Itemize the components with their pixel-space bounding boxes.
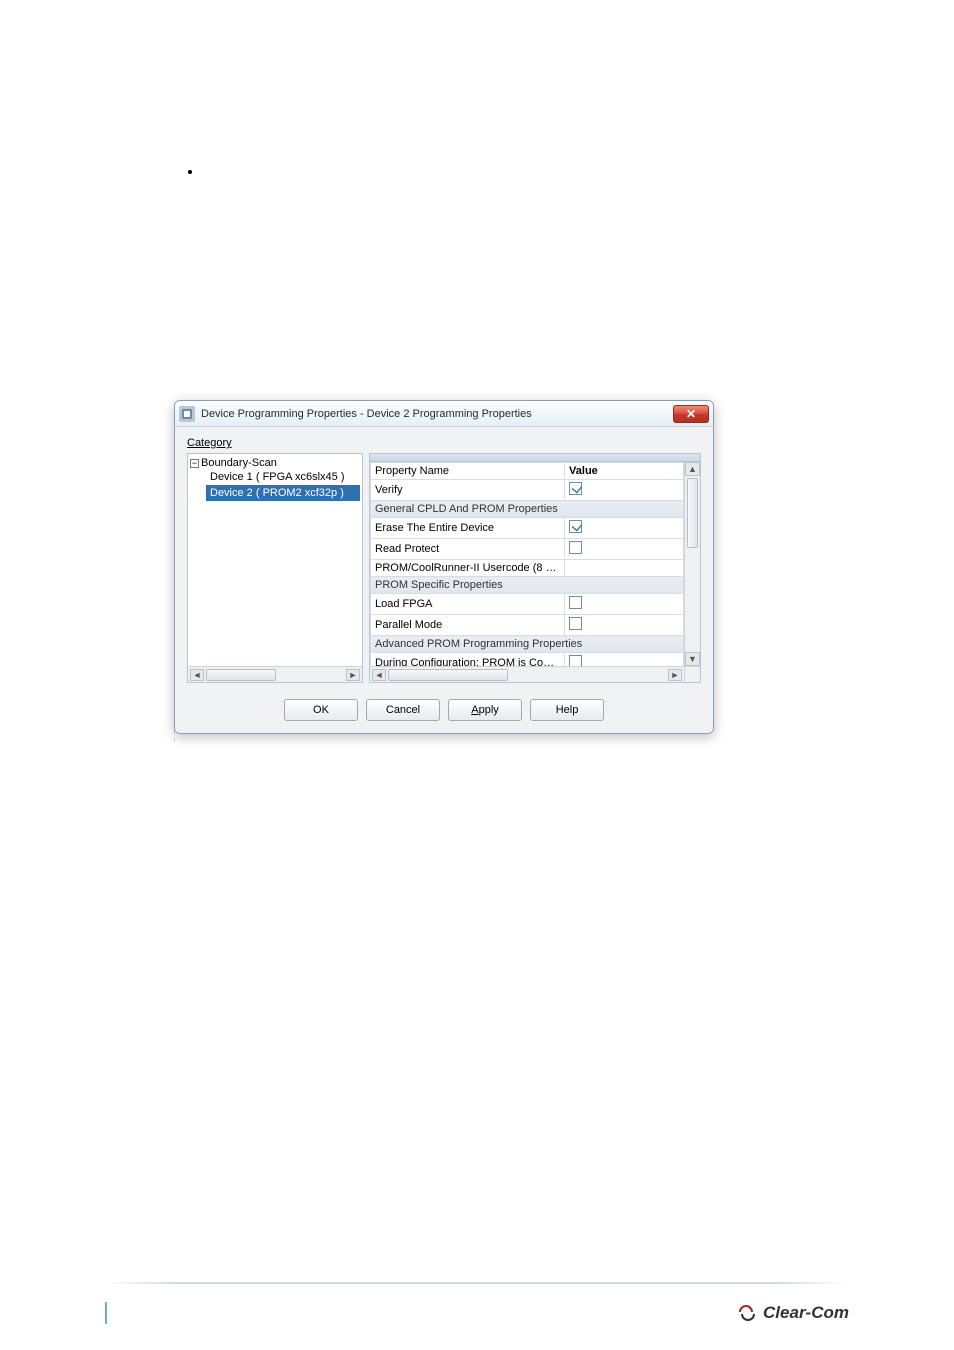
dialog-titlebar[interactable]: Device Programming Properties - Device 2… bbox=[175, 401, 713, 427]
grid-top-bevel bbox=[370, 454, 700, 462]
scroll-thumb[interactable] bbox=[206, 669, 276, 681]
tree-root[interactable]: − Boundary-Scan bbox=[190, 457, 360, 469]
brand-icon bbox=[737, 1303, 757, 1323]
category-label: Category bbox=[187, 437, 701, 449]
prop-value[interactable] bbox=[565, 539, 684, 560]
tree-item-label: Device 2 ( PROM2 xcf32p ) bbox=[210, 487, 344, 499]
prop-name: During Configuration: PROM is Configurat… bbox=[371, 653, 565, 667]
prop-name: PROM/CoolRunner-II Usercode (8 Hex Digit… bbox=[371, 560, 565, 577]
prop-value[interactable] bbox=[565, 560, 684, 577]
grid-section: General CPLD And PROM Properties bbox=[371, 501, 684, 518]
checkbox-icon[interactable] bbox=[569, 520, 582, 533]
tree-root-label: Boundary-Scan bbox=[201, 457, 277, 469]
grid-section: Advanced PROM Programming Properties bbox=[371, 636, 684, 653]
grid-row[interactable]: Verify bbox=[371, 480, 684, 501]
grid-horizontal-scrollbar[interactable]: ◄ ► bbox=[370, 666, 684, 682]
ok-button[interactable]: OK bbox=[284, 699, 358, 721]
cancel-button[interactable]: Cancel bbox=[366, 699, 440, 721]
tree-item-device1[interactable]: Device 1 ( FPGA xc6slx45 ) bbox=[206, 469, 360, 485]
scroll-left-icon[interactable]: ◄ bbox=[190, 669, 204, 681]
apply-button[interactable]: Apply bbox=[448, 699, 522, 721]
prop-name: Read Protect bbox=[371, 539, 565, 560]
properties-grid: Property Name Value Verify General CPLD … bbox=[369, 453, 701, 683]
tree-horizontal-scrollbar[interactable]: ◄ ► bbox=[188, 666, 362, 682]
prop-value[interactable] bbox=[565, 653, 684, 667]
checkbox-icon[interactable] bbox=[569, 541, 582, 554]
dialog-title: Device Programming Properties - Device 2… bbox=[201, 408, 532, 420]
grid-header-row: Property Name Value bbox=[371, 463, 684, 480]
dialog-button-row: OK Cancel Apply Help bbox=[187, 699, 701, 721]
grid-row[interactable]: Load FPGA bbox=[371, 594, 684, 615]
grid-row[interactable]: During Configuration: PROM is Configurat… bbox=[371, 653, 684, 667]
scroll-up-icon[interactable]: ▲ bbox=[685, 462, 700, 476]
grid-row[interactable]: Parallel Mode bbox=[371, 615, 684, 636]
page-footer-divider bbox=[105, 1282, 849, 1284]
help-button[interactable]: Help bbox=[530, 699, 604, 721]
prop-name: Parallel Mode bbox=[371, 615, 565, 636]
col-property-name[interactable]: Property Name bbox=[371, 463, 565, 480]
prop-name: Erase The Entire Device bbox=[371, 518, 565, 539]
prop-value[interactable] bbox=[565, 518, 684, 539]
brand-logo: Clear-Com bbox=[737, 1303, 849, 1323]
section-label: PROM Specific Properties bbox=[371, 577, 684, 594]
app-icon bbox=[179, 406, 195, 422]
section-label: General CPLD And PROM Properties bbox=[371, 501, 684, 518]
section-label: Advanced PROM Programming Properties bbox=[371, 636, 684, 653]
grid-vertical-scrollbar[interactable]: ▲ ▼ bbox=[684, 462, 700, 666]
col-value[interactable]: Value bbox=[565, 463, 684, 480]
page-footer: Clear-Com bbox=[105, 1302, 849, 1324]
category-tree[interactable]: − Boundary-Scan Device 1 ( FPGA xc6slx45… bbox=[187, 453, 363, 683]
close-button[interactable]: ✕ bbox=[673, 405, 709, 423]
prop-name: Load FPGA bbox=[371, 594, 565, 615]
scroll-corner bbox=[684, 666, 700, 682]
grid-row[interactable]: Erase The Entire Device bbox=[371, 518, 684, 539]
collapse-icon[interactable]: − bbox=[190, 459, 199, 468]
prop-value[interactable] bbox=[565, 594, 684, 615]
checkbox-icon[interactable] bbox=[569, 596, 582, 609]
scroll-thumb[interactable] bbox=[388, 669, 508, 681]
dialog-body: Category − Boundary-Scan Device 1 ( FPGA… bbox=[175, 427, 713, 733]
tree-item-label: Device 1 ( FPGA xc6slx45 ) bbox=[210, 471, 345, 483]
checkbox-icon[interactable] bbox=[569, 617, 582, 630]
grid-viewport: Property Name Value Verify General CPLD … bbox=[370, 462, 684, 666]
checkbox-icon[interactable] bbox=[569, 655, 582, 666]
prop-value[interactable] bbox=[565, 615, 684, 636]
brand-label: Clear-Com bbox=[763, 1303, 849, 1323]
checkbox-icon[interactable] bbox=[569, 482, 582, 495]
bullet-marker bbox=[188, 170, 192, 174]
scroll-thumb[interactable] bbox=[687, 478, 698, 548]
scroll-down-icon[interactable]: ▼ bbox=[685, 652, 700, 666]
split-panes: − Boundary-Scan Device 1 ( FPGA xc6slx45… bbox=[187, 453, 701, 683]
scroll-right-icon[interactable]: ► bbox=[346, 669, 360, 681]
scroll-left-icon[interactable]: ◄ bbox=[372, 669, 386, 681]
programming-properties-dialog: Device Programming Properties - Device 2… bbox=[174, 400, 714, 734]
prop-name: Verify bbox=[371, 480, 565, 501]
scroll-right-icon[interactable]: ► bbox=[668, 669, 682, 681]
footer-accent bbox=[105, 1302, 107, 1324]
grid-section: PROM Specific Properties bbox=[371, 577, 684, 594]
grid-row[interactable]: Read Protect bbox=[371, 539, 684, 560]
close-icon: ✕ bbox=[686, 407, 696, 421]
grid-row[interactable]: PROM/CoolRunner-II Usercode (8 Hex Digit… bbox=[371, 560, 684, 577]
tree-item-device2[interactable]: Device 2 ( PROM2 xcf32p ) bbox=[206, 485, 360, 501]
prop-value[interactable] bbox=[565, 480, 684, 501]
